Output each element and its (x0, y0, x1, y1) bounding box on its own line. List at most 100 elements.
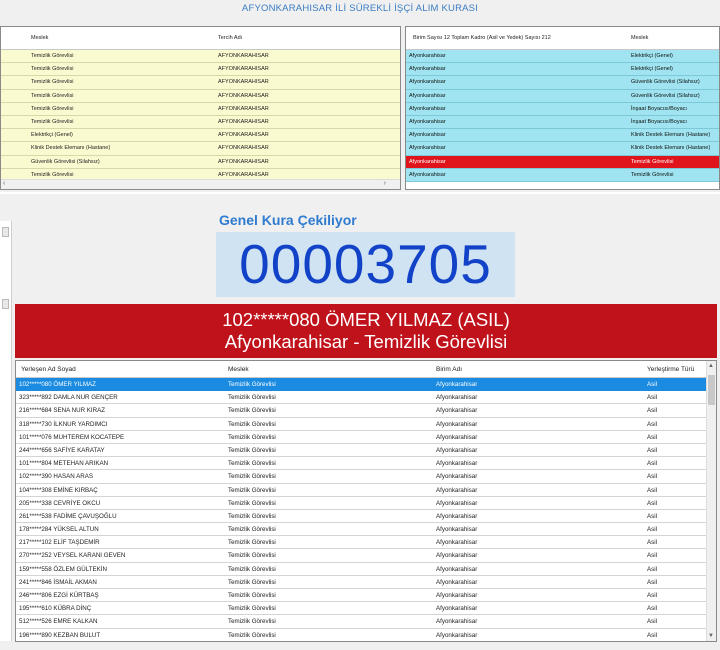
column-header-yerlestirme-turu[interactable]: Yerleştirme Türü (647, 366, 694, 373)
table-row[interactable]: Temizlik Görevlisi AFYONKARAHISAR (1, 63, 400, 77)
winner-position: Afyonkarahisar - Temizlik Görevlisi (224, 331, 508, 352)
table-cell: Asil (647, 512, 657, 520)
table-cell: 178*****284 YÜKSEL ALTUN (19, 526, 99, 534)
unit-grid[interactable]: Birim Sayısı 12 Toplam Kadro (Asil ve Ye… (405, 26, 720, 190)
table-row[interactable]: 318*****730 İLKNUR YARDIMCI Temizlik Göre… (16, 417, 716, 431)
table-cell: Temizlik Görevlisi (228, 605, 276, 613)
table-row[interactable]: 195*****610 KÜBRA DİNÇ Temizlik Görevlisi… (16, 602, 716, 616)
divider (0, 192, 720, 194)
table-cell: Afyonkarahisar (436, 565, 478, 573)
table-row[interactable]: Afyonkarahisar İnşaat Boyacısı/Boyacı (406, 102, 719, 116)
table-cell: Asil (647, 473, 657, 481)
column-header-birim[interactable]: Birim Sayısı 12 Toplam Kadro (Asil ve Ye… (413, 35, 551, 41)
scroll-thumb[interactable] (2, 299, 9, 309)
table-row[interactable]: Afyonkarahisar Güvenlik Görevlisi (Silahs… (406, 76, 719, 90)
table-row[interactable]: 244*****656 SAFİYE KARATAY Temizlik Görev… (16, 443, 716, 458)
table-row[interactable]: 246*****806 EZGİ KÜRTBAŞ Temizlik Görevli… (16, 589, 716, 603)
column-header-ad-soyad[interactable]: Yerleşen Ad Soyad (21, 366, 76, 373)
table-cell: Temizlik Görevlisi (228, 552, 276, 560)
table-row[interactable]: Temizlik Görevlisi AFYONKARAHISAR (1, 50, 400, 64)
table-cell: Afyonkarahisar (409, 66, 446, 73)
table-cell: Temizlik Görevlisi (228, 539, 276, 547)
table-row[interactable]: Afyonkarahisar Klinik Destek Elemanı (Has… (406, 129, 719, 143)
placement-grid-rows: 102*****080 ÖMER YILMAZ Temizlik Görevlis… (16, 378, 716, 641)
table-cell: Asil (647, 526, 657, 534)
table-row[interactable]: 217*****102 ELİF TAŞDEMİR Temizlik Görevl… (16, 536, 716, 550)
scroll-up-icon[interactable]: ▲ (708, 363, 714, 369)
scroll-thumb[interactable] (708, 375, 715, 405)
column-header-meslek[interactable]: Meslek (631, 35, 648, 41)
scroll-right-icon[interactable]: › (384, 180, 386, 187)
table-row[interactable]: Afyonkarahisar İnşaat Boyacısı/Boyacı (406, 115, 719, 130)
draw-number-display: 00003705 (216, 232, 515, 297)
table-cell: Asil (647, 420, 657, 428)
table-row[interactable]: Afyonkarahisar Elektrikçi (Genel) (406, 50, 719, 64)
column-header-meslek[interactable]: Meslek (228, 366, 249, 373)
table-row[interactable]: Afyonkarahisar Klinik Destek Elemanı (Has… (406, 142, 719, 156)
left-panel-scroll[interactable] (0, 221, 12, 641)
table-cell: 216*****684 SENA NUR KIRAZ (19, 407, 105, 415)
scroll-left-icon[interactable]: ‹ (3, 180, 5, 187)
table-cell: Asil (647, 592, 657, 599)
table-row[interactable]: Afyonkarahisar Elektrikçi (Genel) (406, 63, 719, 77)
table-cell: Asil (647, 605, 657, 613)
table-cell: 323*****892 DAMLA NUR GENÇER (19, 394, 118, 402)
table-row[interactable]: Temizlik Görevlisi AFYONKARAHISAR (1, 115, 400, 130)
lottery-window: AFYONKARAHISAR İLİ SÜREKLİ İŞÇİ ALIM KUR… (0, 0, 720, 650)
table-cell: 205*****338 CEVRİYE OKCU (19, 499, 101, 507)
table-row[interactable]: 159*****558 ÖZLEM GÜLTEKİN Temizlik Görev… (16, 562, 716, 576)
scroll-up-icon[interactable] (2, 227, 9, 237)
placement-grid[interactable]: Yerleşen Ad Soyad Meslek Birim Adı Yerle… (15, 360, 717, 642)
preference-grid[interactable]: Meslek Tercih Adı Temizlik Görevlisi AFYO… (0, 26, 401, 190)
table-row[interactable]: 101*****804 METEHAN ARIKAN Temizlik Görev… (16, 457, 716, 471)
vertical-scrollbar[interactable]: ▲ ▼ (706, 361, 716, 641)
table-cell: Asil (647, 460, 657, 468)
horizontal-scrollbar[interactable]: ‹ › (1, 179, 400, 189)
table-cell: AFYONKARAHISAR (218, 92, 269, 99)
table-cell: Klinik Destek Elemanı (Hastane) (631, 132, 711, 139)
table-row[interactable]: 323*****892 DAMLA NUR GENÇER Temizlik Gör… (16, 391, 716, 405)
table-row[interactable]: Afyonkarahisar Güvenlik Görevlisi (Silahs… (406, 89, 719, 103)
table-row[interactable]: 241*****846 İSMAİL AKMAN Temizlik Görevli… (16, 575, 716, 589)
table-row[interactable]: 270*****252 VEYSEL KARANI GEVEN Temizlik … (16, 549, 716, 563)
table-row[interactable]: 102*****390 HASAN ARAS Temizlik Görevlisi… (16, 470, 716, 484)
table-row[interactable]: Elektrikçi (Genel) AFYONKARAHISAR (1, 129, 400, 143)
preference-grid-header: Meslek Tercih Adı (1, 27, 400, 50)
column-header-birim-adi[interactable]: Birim Adı (436, 366, 462, 373)
table-row[interactable]: Afyonkarahisar Temizlik Görevlisi (406, 155, 719, 169)
table-cell: Afyonkarahisar (409, 118, 446, 125)
table-cell: Temizlik Görevlisi (31, 105, 74, 112)
table-row[interactable]: Temizlik Görevlisi AFYONKARAHISAR (1, 76, 400, 90)
table-cell: Asil (647, 381, 657, 388)
table-row[interactable]: Güvenlik Görevlisi (Silahsız) AFYONKARAHI… (1, 155, 400, 169)
table-row[interactable]: Temizlik Görevlisi AFYONKARAHISAR (1, 89, 400, 103)
table-row[interactable]: 101*****076 MUHTEREM KOCATEPE Temizlik Gö… (16, 430, 716, 444)
column-header-meslek[interactable]: Meslek (31, 35, 48, 41)
table-cell: Temizlik Görevlisi (228, 381, 276, 388)
table-row[interactable]: 102*****080 ÖMER YILMAZ Temizlik Görevlis… (16, 378, 716, 392)
table-row[interactable]: Temizlik Görevlisi AFYONKARAHISAR (1, 102, 400, 116)
table-row[interactable]: Afyonkarahisar Temizlik Görevlisi (406, 168, 719, 182)
table-cell: Afyonkarahisar (436, 526, 478, 534)
table-cell: Temizlik Görevlisi (228, 446, 276, 454)
table-cell: Temizlik Görevlisi (31, 92, 74, 99)
table-row[interactable]: 261*****538 FADİME ÇAVUŞOĞLU Temizlik Gör… (16, 509, 716, 524)
table-row[interactable]: 196*****890 KEZBAN BULUT Temizlik Görevli… (16, 628, 716, 641)
table-cell: Temizlik Görevlisi (228, 631, 276, 639)
table-row[interactable]: 178*****284 YÜKSEL ALTUN Temizlik Görevli… (16, 523, 716, 537)
table-cell: Temizlik Görevlisi (228, 578, 276, 586)
winner-name: 102*****080 ÖMER YILMAZ (ASIL) (222, 309, 510, 330)
table-cell: Afyonkarahisar (436, 592, 478, 599)
table-row[interactable]: Klinik Destek Elemanı (Hastane) AFYONKARA… (1, 142, 400, 156)
scroll-down-icon[interactable]: ▼ (708, 633, 714, 639)
table-cell: Temizlik Görevlisi (228, 565, 276, 573)
table-row[interactable]: 512*****526 EMRE KALKAN Temizlik Görevlis… (16, 615, 716, 629)
table-cell: Afyonkarahisar (436, 394, 478, 402)
table-cell: AFYONKARAHISAR (218, 53, 269, 59)
preference-grid-rows: Temizlik Görevlisi AFYONKARAHISAR Temizlik… (1, 50, 400, 182)
column-header-tercih-adi[interactable]: Tercih Adı (218, 35, 242, 41)
draw-status-label: Genel Kura Çekiliyor (219, 212, 357, 228)
table-row[interactable]: 104*****308 EMİNE KIRBAÇ Temizlik Görevli… (16, 483, 716, 497)
table-row[interactable]: 216*****684 SENA NUR KIRAZ Temizlik Görev… (16, 404, 716, 418)
table-row[interactable]: 205*****338 CEVRİYE OKCU Temizlik Görevli… (16, 496, 716, 510)
